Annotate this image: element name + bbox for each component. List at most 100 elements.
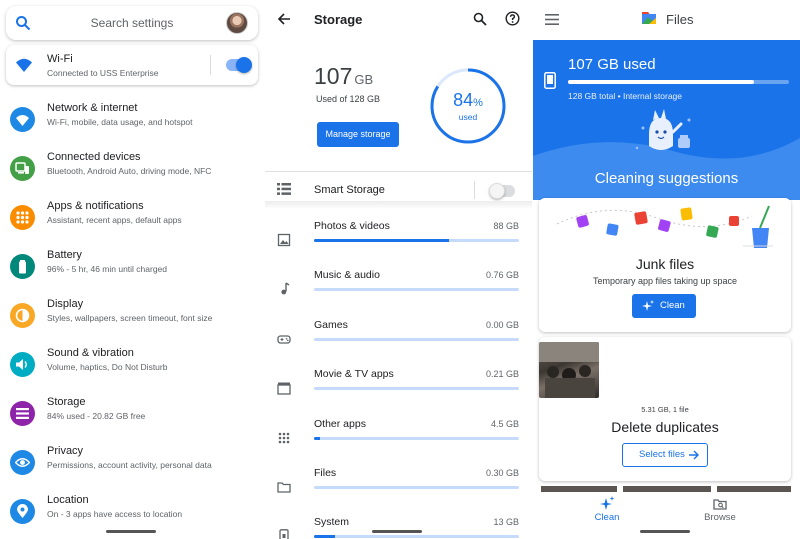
wifi-card[interactable]: Wi-Fi Connected to USS Enterprise [6, 45, 258, 85]
category-size: 0.00 GB [485, 319, 519, 330]
smart-storage-toggle[interactable] [489, 183, 515, 199]
avatar[interactable] [226, 12, 248, 34]
category-usage-bar [314, 337, 519, 341]
storage-hero: 107 GB used 128 GB total • Internal stor… [533, 40, 800, 200]
category-label: Movie & TV apps [314, 368, 394, 381]
battery-icon [19, 260, 26, 274]
percent-number: 84 [453, 90, 474, 110]
storage-progress [568, 80, 789, 84]
photo-thumbnail-image [539, 342, 599, 398]
storage-category-row[interactable]: System 13 GB [265, 515, 532, 539]
help-icon[interactable] [505, 11, 520, 26]
settings-panel: Search settings Wi-Fi Connected to USS E… [0, 0, 264, 539]
storage-category-row[interactable]: Movie & TV apps 0.21 GB [265, 367, 532, 415]
settings-item[interactable]: Privacy Permissions, account activity, pe… [0, 444, 264, 490]
settings-item-subtitle: Wi-Fi, mobile, data usage, and hotspot [47, 117, 193, 127]
select-files-button[interactable]: Select files [622, 443, 708, 467]
nav-clean-tab[interactable]: Clean [587, 512, 627, 523]
duplicate-photo-thumbnail[interactable] [539, 342, 599, 398]
storage-category-row[interactable]: Photos & videos 88 GB [265, 219, 532, 267]
manage-storage-button[interactable]: Manage storage [317, 122, 399, 147]
category-label: Files [314, 467, 337, 479]
storage-icon [16, 408, 29, 419]
gesture-bar [640, 530, 690, 533]
duplicates-size: 5.31 GB, 1 file [641, 405, 689, 414]
divider [265, 171, 532, 172]
settings-item-subtitle: Volume, haptics, Do Not Disturb [47, 362, 168, 372]
duplicates-title: Delete duplicates [611, 419, 719, 435]
settings-item[interactable]: Battery 96% - 5 hr, 46 min until charged [0, 248, 264, 294]
display-icon [15, 308, 30, 323]
category-size: 88 GB [493, 221, 519, 231]
system-icon [279, 529, 289, 539]
category-usage-fill [314, 436, 321, 440]
category-usage-bar [314, 436, 519, 440]
settings-item-subtitle: 84% used - 20.82 GB free [47, 411, 146, 421]
category-label: Games [314, 318, 348, 331]
settings-item-subtitle: Styles, wallpapers, screen timeout, font… [47, 313, 213, 323]
settings-item-title: Apps & notifications [47, 200, 144, 212]
settings-item[interactable]: Display Styles, wallpapers, screen timeou… [0, 297, 264, 343]
usage-percent: 84% [429, 90, 507, 111]
settings-item[interactable]: Storage 84% used - 20.82 GB free [0, 395, 264, 441]
category-label: Photos & videos [314, 220, 390, 232]
storage-category-row[interactable]: Other apps 4.5 GB [265, 417, 532, 465]
settings-item-subtitle: Bluetooth, Android Auto, driving mode, N… [47, 166, 212, 176]
volume-icon [16, 359, 27, 370]
storage-used-of: Used of 128 GB [316, 94, 381, 104]
settings-item-icon-circle [10, 107, 35, 132]
category-size: 13 GB [493, 517, 519, 528]
phone-icon [544, 72, 556, 89]
smart-storage-divider [474, 181, 475, 199]
category-size: 4.5 GB [490, 418, 519, 429]
category-usage-bar [314, 486, 519, 489]
gesture-bar [106, 530, 156, 533]
settings-item[interactable]: Sound & vibration Volume, haptics, Do Not… [0, 346, 264, 392]
wifi-divider [210, 55, 211, 75]
settings-item-subtitle: Permissions, account activity, personal … [47, 460, 212, 470]
sparkle-icon [642, 300, 654, 311]
files-panel: Files 107 GB used 128 GB total • Interna… [533, 0, 800, 539]
wifi-icon [16, 115, 29, 126]
settings-item[interactable]: Connected devices Bluetooth, Android Auto… [0, 150, 264, 196]
category-usage-bar [314, 239, 519, 242]
storage-panel: Storage 107 GB Used of 128 GB Manage stor… [265, 0, 532, 539]
wifi-title: Wi-Fi [47, 53, 73, 65]
back-arrow-icon[interactable] [277, 12, 291, 26]
search-placeholder: Search settings [90, 16, 174, 30]
storage-category-row[interactable]: Games 0.00 GB [265, 318, 532, 366]
wifi-toggle[interactable] [226, 57, 252, 73]
settings-item-icon-circle [10, 450, 35, 475]
browse-icon[interactable] [713, 497, 727, 511]
category-usage-bar [314, 387, 519, 391]
category-label: Music & audio [314, 269, 380, 282]
settings-item-icon-circle [10, 352, 35, 377]
storage-category-row[interactable]: Files 0.30 GB [265, 466, 532, 514]
settings-item-icon-circle [10, 401, 35, 426]
storage-category-row[interactable]: Music & audio 0.76 GB [265, 268, 532, 316]
settings-item-title: Location [47, 494, 89, 506]
clean-button[interactable]: Clean [632, 294, 696, 318]
category-size: 0.30 GB [485, 468, 519, 478]
settings-item-title: Connected devices [47, 151, 141, 163]
sparkle-icon[interactable] [599, 496, 615, 512]
settings-search-bar[interactable]: Search settings [6, 6, 258, 40]
settings-item[interactable]: Apps & notifications Assistant, recent ap… [0, 199, 264, 245]
eye-icon [15, 458, 30, 467]
settings-item-subtitle: Assistant, recent apps, default apps [47, 215, 182, 225]
used-unit: GB [354, 72, 374, 87]
settings-item[interactable]: Network & internet Wi-Fi, mobile, data us… [0, 101, 264, 147]
location-icon [17, 504, 28, 518]
junk-files-subtitle: Temporary app files taking up space [592, 276, 738, 286]
used-number: 107 [314, 63, 353, 89]
category-usage-fill [314, 239, 450, 242]
arrow-right-icon [689, 450, 699, 460]
search-icon[interactable] [473, 12, 487, 26]
settings-item-icon-circle [10, 499, 35, 524]
app-title: Files [666, 12, 694, 27]
menu-icon[interactable] [545, 14, 559, 25]
devices-icon [15, 162, 29, 174]
smart-storage-label: Smart Storage [314, 184, 385, 196]
nav-browse-tab[interactable]: Browse [699, 512, 741, 523]
settings-item-title: Privacy [47, 445, 84, 457]
